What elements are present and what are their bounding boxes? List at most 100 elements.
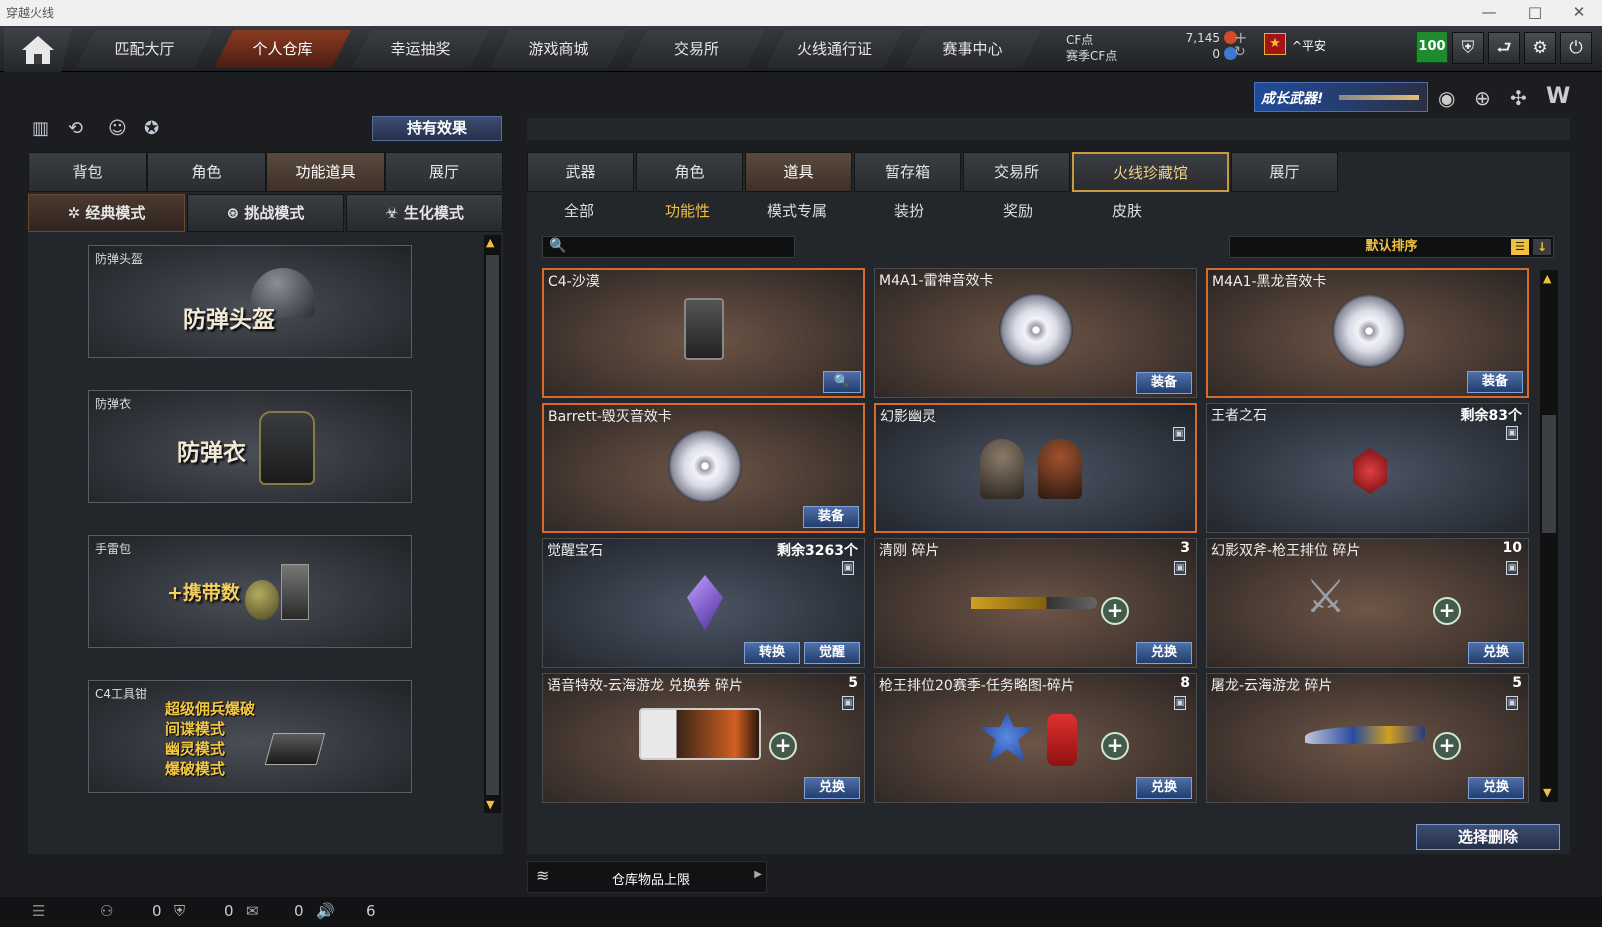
- power-icon[interactable]: ⏻: [1560, 32, 1592, 64]
- item-card-ranked-s20-map-fragment[interactable]: 枪王排位20赛季-任务略图-碎片 8 ▣ + 兑换: [874, 673, 1197, 803]
- nav-tab-personal-warehouse[interactable]: 个人仓库: [214, 30, 351, 68]
- tab-exchange[interactable]: 交易所: [963, 152, 1070, 192]
- redeem-button[interactable]: 兑换: [804, 777, 860, 799]
- w-logo-icon[interactable]: W: [1546, 84, 1570, 109]
- item-card-phantom-axes-fragment[interactable]: 幻影双斧-枪王排位 碎片 10 ▣ ⚔ + 兑换: [1206, 538, 1529, 668]
- lock-icon[interactable]: ▣: [1506, 426, 1518, 440]
- convert-button[interactable]: 转换: [744, 642, 800, 664]
- tab-right-showroom[interactable]: 展厅: [1231, 152, 1338, 192]
- nav-tab-exchange[interactable]: 交易所: [628, 30, 765, 68]
- hold-effect-button[interactable]: 持有效果: [372, 116, 502, 141]
- chat-icon[interactable]: ✉: [246, 902, 259, 920]
- item-card-voice-cloud-dragon-fragment[interactable]: 语音特效-云海游龙 兑换券 碎片 5 ▣ + 兑换: [542, 673, 865, 803]
- tab-weapons[interactable]: 武器: [527, 152, 634, 192]
- sort-dropdown[interactable]: 默认排序 ☰ ↓: [1229, 236, 1554, 258]
- gear-icon[interactable]: ⚙: [1524, 32, 1556, 64]
- nav-tab-match-hall[interactable]: 匹配大厅: [76, 30, 213, 68]
- item-card-barrett-destroy-sound[interactable]: Barrett-毁灭音效卡 装备: [542, 403, 865, 533]
- return-icon[interactable]: ⮐: [1488, 32, 1520, 64]
- awaken-button[interactable]: 觉醒: [804, 642, 860, 664]
- tab-showroom[interactable]: 展厅: [385, 152, 503, 192]
- tab-items[interactable]: 道具: [745, 152, 852, 192]
- mode-classic-button[interactable]: ✲ 经典模式: [28, 194, 185, 232]
- menu-icon[interactable]: ☰: [32, 902, 45, 920]
- right-scroll-thumb[interactable]: [1542, 415, 1556, 533]
- equip-button[interactable]: 装备: [1136, 372, 1192, 394]
- tab-functional-items[interactable]: 功能道具: [266, 152, 385, 192]
- lock-icon[interactable]: ▣: [1174, 561, 1186, 575]
- mode-challenge-button[interactable]: ⊛ 挑战模式: [187, 194, 344, 232]
- redeem-button[interactable]: 兑换: [1136, 777, 1192, 799]
- speaker-icon[interactable]: 🔊: [316, 902, 335, 920]
- left-scroll-down-icon[interactable]: ▼: [486, 798, 494, 811]
- tab-characters[interactable]: 角色: [636, 152, 743, 192]
- item-card-m4a1-thunder-sound[interactable]: M4A1-雷神音效卡 装备: [874, 268, 1197, 398]
- minimize-button[interactable]: —: [1466, 0, 1512, 26]
- subtab-skin[interactable]: 皮肤: [1112, 200, 1142, 222]
- list-view-icon[interactable]: ☰: [1511, 239, 1529, 255]
- shield-icon[interactable]: ⛨: [1452, 32, 1484, 64]
- item-card-dragon-slayer-fragment[interactable]: 屠龙-云海游龙 碎片 5 ▣ + 兑换: [1206, 673, 1529, 803]
- subtab-functional[interactable]: 功能性: [665, 200, 710, 222]
- redeem-button[interactable]: 兑换: [1468, 642, 1524, 664]
- search-input[interactable]: [569, 238, 791, 256]
- sort-order-icon[interactable]: ↓: [1533, 239, 1551, 255]
- equip-button[interactable]: 装备: [1467, 371, 1523, 393]
- item-card-c4-desert[interactable]: C4-沙漠 🔍: [542, 268, 865, 398]
- tab-collection-hall[interactable]: 火线珍藏馆: [1072, 152, 1229, 192]
- helmet-card[interactable]: 防弹头盔 防弹头盔: [88, 245, 412, 358]
- refresh-icon[interactable]: ↻: [1234, 44, 1246, 60]
- subtab-mode-exclusive[interactable]: 模式专属: [767, 200, 827, 222]
- lock-icon[interactable]: ▣: [1173, 427, 1185, 441]
- redeem-button[interactable]: 兑换: [1136, 642, 1192, 664]
- redeem-button[interactable]: 兑换: [1468, 777, 1524, 799]
- friends-icon[interactable]: ⚇: [100, 902, 113, 920]
- user-icon[interactable]: ☺: [108, 118, 127, 139]
- lock-icon[interactable]: ▣: [1506, 561, 1518, 575]
- lock-icon[interactable]: ▣: [1506, 696, 1518, 710]
- lock-icon[interactable]: ▣: [842, 561, 854, 575]
- target-icon[interactable]: ✣: [1510, 86, 1527, 110]
- lock-icon[interactable]: ▣: [842, 696, 854, 710]
- storage-limit-bar[interactable]: ≋ 仓库物品上限 ▶: [527, 861, 767, 893]
- grenade-icon[interactable]: ✪: [144, 118, 159, 139]
- history-icon[interactable]: ⟲: [68, 118, 83, 139]
- nav-tab-battle-pass[interactable]: 火线通行证: [766, 30, 903, 68]
- nav-tab-lucky-draw[interactable]: 幸运抽奖: [352, 30, 489, 68]
- subtab-outfit[interactable]: 装扮: [894, 200, 924, 222]
- right-scroll-down-icon[interactable]: ▼: [1543, 786, 1551, 799]
- tab-character[interactable]: 角色: [147, 152, 266, 192]
- inspect-button[interactable]: 🔍: [823, 371, 861, 393]
- close-button[interactable]: ✕: [1556, 0, 1602, 26]
- item-card-king-stone[interactable]: 王者之石 剩余83个 ▣: [1206, 403, 1529, 533]
- tab-temp-storage[interactable]: 暂存箱: [854, 152, 961, 192]
- select-delete-button[interactable]: 选择删除: [1416, 824, 1560, 850]
- right-scroll-up-icon[interactable]: ▲: [1543, 272, 1551, 285]
- nav-tab-event-center[interactable]: 赛事中心: [904, 30, 1041, 68]
- lock-icon[interactable]: ▣: [1174, 696, 1186, 710]
- armor-card[interactable]: 防弹衣 防弹衣: [88, 390, 412, 503]
- item-card-awakening-gem[interactable]: 觉醒宝石 剩余3263个 ▣ 转换 觉醒: [542, 538, 865, 668]
- item-card-qinggang-fragment[interactable]: 清刚 碎片 3 ▣ + 兑换: [874, 538, 1197, 668]
- subtab-reward[interactable]: 奖励: [1003, 200, 1033, 222]
- tab-backpack[interactable]: 背包: [28, 152, 147, 192]
- mode-zombie-button[interactable]: ☣ 生化模式: [346, 194, 503, 232]
- search-box[interactable]: 🔍: [542, 236, 795, 258]
- shield-status-icon[interactable]: ⛨: [174, 902, 185, 920]
- home-button[interactable]: [4, 28, 72, 72]
- stats-icon[interactable]: ▥: [32, 118, 49, 139]
- nav-tab-game-store[interactable]: 游戏商城: [490, 30, 627, 68]
- equip-button[interactable]: 装备: [803, 506, 859, 528]
- c4-pliers-card[interactable]: C4工具钳 超级佣兵爆破 间谍模式 幽灵模式 爆破模式: [88, 680, 412, 793]
- badge-v-icon[interactable]: ◉: [1438, 86, 1455, 110]
- item-card-phantom-ghost[interactable]: 幻影幽灵 ▣: [874, 403, 1197, 533]
- subtab-all[interactable]: 全部: [564, 200, 594, 222]
- grenade-pack-card[interactable]: 手雷包 +携带数: [88, 535, 412, 648]
- item-card-m4a1-blackdragon-sound[interactable]: M4A1-黑龙音效卡 装备: [1206, 268, 1529, 398]
- right-scrollbar[interactable]: [1540, 270, 1558, 802]
- maximize-button[interactable]: □: [1512, 0, 1558, 26]
- left-scroll-up-icon[interactable]: ▲: [486, 236, 494, 249]
- growth-weapon-banner[interactable]: 成长武器!: [1254, 82, 1428, 112]
- globe-icon[interactable]: ⊕: [1474, 86, 1491, 110]
- left-scroll-thumb[interactable]: [486, 255, 499, 795]
